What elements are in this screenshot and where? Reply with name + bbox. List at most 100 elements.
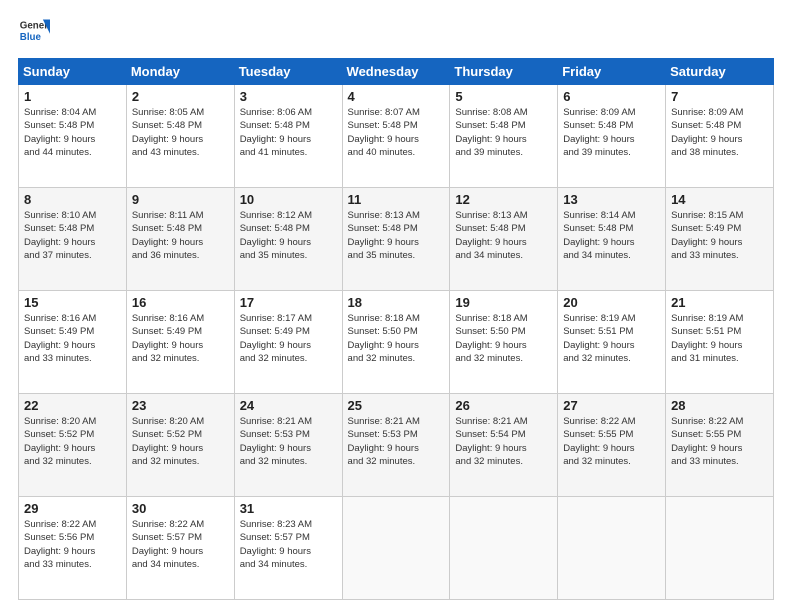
calendar-cell: 11 Sunrise: 8:13 AMSunset: 5:48 PMDayligh… [342,188,450,291]
cell-info: Sunrise: 8:18 AMSunset: 5:50 PMDaylight:… [455,312,552,365]
cell-info: Sunrise: 8:09 AMSunset: 5:48 PMDaylight:… [563,106,660,159]
calendar-cell: 12Sunrise: 8:13 AMSunset: 5:48 PMDayligh… [450,188,558,291]
cell-info: Sunrise: 8:22 AMSunset: 5:55 PMDaylight:… [671,415,768,468]
calendar-cell: 17 Sunrise: 8:17 AMSunset: 5:49 PMDayligh… [234,291,342,394]
cell-info: Sunrise: 8:22 AMSunset: 5:56 PMDaylight:… [24,518,121,571]
calendar-cell: 30Sunrise: 8:22 AMSunset: 5:57 PMDayligh… [126,497,234,600]
logo-icon: General Blue [18,16,50,48]
calendar-cell: 20 Sunrise: 8:19 AMSunset: 5:51 PMDayligh… [558,291,666,394]
cell-info: Sunrise: 8:22 AMSunset: 5:57 PMDaylight:… [132,518,229,571]
day-number: 29 [24,501,121,516]
day-number: 11 [348,192,445,207]
page: General Blue SundayMondayTuesdayWednesda… [0,0,792,612]
day-number: 14 [671,192,768,207]
calendar-cell: 10 Sunrise: 8:12 AMSunset: 5:48 PMDayligh… [234,188,342,291]
cell-info: Sunrise: 8:21 AMSunset: 5:54 PMDaylight:… [455,415,552,468]
cell-info: Sunrise: 8:13 AMSunset: 5:48 PMDaylight:… [455,209,552,262]
day-of-week-header: Wednesday [342,59,450,85]
calendar-cell: 18 Sunrise: 8:18 AMSunset: 5:50 PMDayligh… [342,291,450,394]
cell-info: Sunrise: 8:16 AMSunset: 5:49 PMDaylight:… [132,312,229,365]
calendar-cell: 6 Sunrise: 8:09 AMSunset: 5:48 PMDaylight… [558,85,666,188]
day-number: 10 [240,192,337,207]
cell-info: Sunrise: 8:18 AMSunset: 5:50 PMDaylight:… [348,312,445,365]
calendar-cell [450,497,558,600]
day-number: 1 [24,89,121,104]
calendar-cell: 9Sunrise: 8:11 AMSunset: 5:48 PMDaylight… [126,188,234,291]
cell-info: Sunrise: 8:12 AMSunset: 5:48 PMDaylight:… [240,209,337,262]
svg-text:Blue: Blue [20,32,42,43]
day-number: 24 [240,398,337,413]
day-of-week-header: Sunday [19,59,127,85]
calendar-cell: 14 Sunrise: 8:15 AMSunset: 5:49 PMDayligh… [666,188,774,291]
day-number: 22 [24,398,121,413]
calendar-cell: 21 Sunrise: 8:19 AMSunset: 5:51 PMDayligh… [666,291,774,394]
day-number: 16 [132,295,229,310]
cell-info: Sunrise: 8:15 AMSunset: 5:49 PMDaylight:… [671,209,768,262]
day-of-week-header: Friday [558,59,666,85]
cell-info: Sunrise: 8:14 AMSunset: 5:48 PMDaylight:… [563,209,660,262]
day-number: 19 [455,295,552,310]
calendar-cell: 15 Sunrise: 8:16 AMSunset: 5:49 PMDayligh… [19,291,127,394]
cell-info: Sunrise: 8:19 AMSunset: 5:51 PMDaylight:… [671,312,768,365]
day-number: 9 [132,192,229,207]
calendar-cell: 27 Sunrise: 8:22 AMSunset: 5:55 PMDayligh… [558,394,666,497]
calendar-cell: 2 Sunrise: 8:05 AMSunset: 5:48 PMDaylight… [126,85,234,188]
calendar-cell: 25 Sunrise: 8:21 AMSunset: 5:53 PMDayligh… [342,394,450,497]
calendar-cell: 31 Sunrise: 8:23 AMSunset: 5:57 PMDayligh… [234,497,342,600]
cell-info: Sunrise: 8:22 AMSunset: 5:55 PMDaylight:… [563,415,660,468]
cell-info: Sunrise: 8:16 AMSunset: 5:49 PMDaylight:… [24,312,121,365]
day-of-week-header: Thursday [450,59,558,85]
header: General Blue [18,16,774,48]
day-number: 17 [240,295,337,310]
cell-info: Sunrise: 8:06 AMSunset: 5:48 PMDaylight:… [240,106,337,159]
calendar-cell: 13 Sunrise: 8:14 AMSunset: 5:48 PMDayligh… [558,188,666,291]
day-number: 18 [348,295,445,310]
day-number: 23 [132,398,229,413]
calendar-table: SundayMondayTuesdayWednesdayThursdayFrid… [18,58,774,600]
day-number: 21 [671,295,768,310]
calendar-cell: 3Sunrise: 8:06 AMSunset: 5:48 PMDaylight… [234,85,342,188]
calendar-cell: 23 Sunrise: 8:20 AMSunset: 5:52 PMDayligh… [126,394,234,497]
calendar-cell [666,497,774,600]
calendar-cell: 16 Sunrise: 8:16 AMSunset: 5:49 PMDayligh… [126,291,234,394]
day-number: 6 [563,89,660,104]
day-number: 5 [455,89,552,104]
day-number: 20 [563,295,660,310]
day-number: 15 [24,295,121,310]
cell-info: Sunrise: 8:21 AMSunset: 5:53 PMDaylight:… [348,415,445,468]
day-number: 8 [24,192,121,207]
calendar-cell: 26 Sunrise: 8:21 AMSunset: 5:54 PMDayligh… [450,394,558,497]
calendar-cell: 24Sunrise: 8:21 AMSunset: 5:53 PMDayligh… [234,394,342,497]
day-number: 2 [132,89,229,104]
day-number: 4 [348,89,445,104]
calendar-cell: 8Sunrise: 8:10 AMSunset: 5:48 PMDaylight… [19,188,127,291]
cell-info: Sunrise: 8:20 AMSunset: 5:52 PMDaylight:… [24,415,121,468]
cell-info: Sunrise: 8:13 AMSunset: 5:48 PMDaylight:… [348,209,445,262]
cell-info: Sunrise: 8:09 AMSunset: 5:48 PMDaylight:… [671,106,768,159]
day-number: 28 [671,398,768,413]
calendar-cell: 29 Sunrise: 8:22 AMSunset: 5:56 PMDayligh… [19,497,127,600]
calendar-cell: 28 Sunrise: 8:22 AMSunset: 5:55 PMDayligh… [666,394,774,497]
cell-info: Sunrise: 8:04 AMSunset: 5:48 PMDaylight:… [24,106,121,159]
cell-info: Sunrise: 8:08 AMSunset: 5:48 PMDaylight:… [455,106,552,159]
calendar-cell: 22 Sunrise: 8:20 AMSunset: 5:52 PMDayligh… [19,394,127,497]
day-number: 25 [348,398,445,413]
calendar-cell: 19 Sunrise: 8:18 AMSunset: 5:50 PMDayligh… [450,291,558,394]
day-number: 13 [563,192,660,207]
day-of-week-header: Monday [126,59,234,85]
cell-info: Sunrise: 8:20 AMSunset: 5:52 PMDaylight:… [132,415,229,468]
cell-info: Sunrise: 8:19 AMSunset: 5:51 PMDaylight:… [563,312,660,365]
calendar-cell [342,497,450,600]
day-number: 31 [240,501,337,516]
day-of-week-header: Tuesday [234,59,342,85]
day-number: 27 [563,398,660,413]
logo: General Blue [18,16,50,48]
cell-info: Sunrise: 8:05 AMSunset: 5:48 PMDaylight:… [132,106,229,159]
cell-info: Sunrise: 8:23 AMSunset: 5:57 PMDaylight:… [240,518,337,571]
day-number: 26 [455,398,552,413]
day-number: 7 [671,89,768,104]
day-of-week-header: Saturday [666,59,774,85]
cell-info: Sunrise: 8:17 AMSunset: 5:49 PMDaylight:… [240,312,337,365]
calendar-cell: 7 Sunrise: 8:09 AMSunset: 5:48 PMDaylight… [666,85,774,188]
calendar-cell [558,497,666,600]
